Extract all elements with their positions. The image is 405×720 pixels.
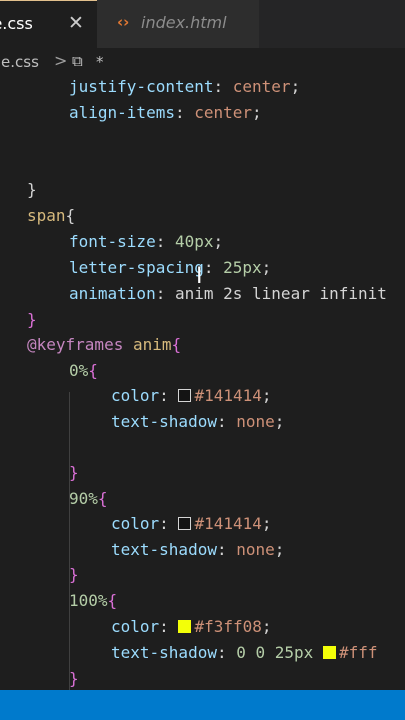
breadcrumb-symbol[interactable]: *: [96, 53, 104, 71]
css-value: center: [232, 77, 291, 96]
css-value: #141414: [194, 514, 262, 533]
keyframes-name: anim: [132, 335, 172, 354]
css-property: color: [111, 514, 160, 533]
color-swatch[interactable]: [178, 620, 192, 633]
tab-style-css[interactable]: le.css ✕: [0, 0, 97, 48]
html-file-icon: ‹›: [117, 13, 130, 31]
css-property: align-items: [69, 103, 175, 122]
keyframe-selector: 0%: [69, 361, 89, 380]
color-swatch[interactable]: [178, 389, 192, 402]
css-property: color: [111, 617, 160, 636]
code-line: @keyframes anim{: [27, 332, 181, 358]
opening-brace: {: [97, 489, 108, 508]
code-line: 100%{: [69, 588, 117, 614]
css-value: 40px: [174, 232, 214, 251]
tab-bar: le.css ✕ ‹› index.html: [0, 0, 405, 48]
breadcrumb: yle.css > ⧉ *: [0, 48, 405, 76]
code-line: text-shadow: none;: [111, 540, 285, 559]
css-property: text-shadow: [111, 643, 217, 662]
code-line: justify-content: center;: [69, 77, 301, 96]
closing-brace: }: [69, 463, 79, 482]
code-line: }: [27, 307, 37, 333]
code-line: color: #141414;: [111, 386, 272, 405]
css-symbol-icon[interactable]: ⧉: [72, 52, 83, 70]
code-editor[interactable]: justify-content: center; align-items: ce…: [0, 76, 405, 690]
css-value: none: [236, 412, 275, 431]
tab-label: index.html: [141, 13, 227, 32]
code-line: text-shadow: none;: [111, 412, 285, 431]
indent-guide: [69, 392, 70, 470]
text-cursor-icon: I: [196, 264, 203, 289]
breadcrumb-separator: >: [54, 51, 68, 70]
tab-index-html[interactable]: ‹› index.html: [97, 0, 259, 48]
code-line: color: #141414;: [111, 514, 272, 533]
color-swatch[interactable]: [178, 517, 192, 530]
breadcrumb-file[interactable]: yle.css: [0, 53, 39, 71]
code-line: text-shadow: 0 0 25px #fff: [111, 643, 378, 662]
css-property: justify-content: [69, 77, 214, 96]
code-line: color: #f3ff08;: [111, 617, 272, 636]
code-line: span{: [27, 203, 75, 229]
opening-brace: {: [88, 361, 98, 380]
at-rule: @keyframes: [27, 335, 124, 354]
css-property: font-size: [69, 232, 156, 251]
code-line: }: [69, 562, 79, 588]
closing-brace: }: [69, 565, 79, 584]
opening-brace: {: [65, 206, 76, 225]
code-line: }: [27, 177, 37, 203]
color-swatch[interactable]: [322, 646, 336, 659]
keyframe-selector: 90%: [69, 489, 98, 508]
css-value: #fff: [338, 643, 378, 662]
code-line: 90%{: [69, 486, 108, 512]
css-property: text-shadow: [111, 540, 217, 559]
code-line: animation: anim 2s linear infinit: [69, 284, 387, 303]
css-value: #f3ff08: [194, 617, 262, 636]
code-line: font-size: 40px;: [69, 232, 224, 251]
css-value: 25px: [223, 258, 262, 277]
code-line: }: [69, 460, 79, 486]
css-property: letter-spacing: [69, 258, 204, 277]
status-bar: [0, 690, 405, 720]
closing-brace: }: [27, 180, 37, 199]
closing-brace: }: [27, 310, 37, 329]
code-line: }: [69, 666, 79, 690]
css-property: text-shadow: [111, 412, 217, 431]
code-line: letter-spacing: 25px;: [69, 258, 272, 277]
css-property: animation: [69, 284, 156, 303]
css-value: #141414: [194, 386, 262, 405]
css-value: none: [236, 540, 275, 559]
tab-label: le.css: [0, 14, 33, 33]
opening-brace: {: [107, 591, 118, 610]
close-icon[interactable]: ✕: [68, 12, 84, 34]
css-value: 0 0 25px: [236, 643, 314, 662]
css-value: center: [194, 103, 253, 122]
css-selector: span: [27, 206, 66, 225]
keyframe-selector: 100%: [69, 591, 108, 610]
code-line: align-items: center;: [69, 103, 262, 122]
css-property: color: [111, 386, 160, 405]
code-line: 0%{: [69, 358, 98, 384]
closing-brace: }: [69, 669, 79, 688]
opening-brace: {: [171, 335, 182, 354]
